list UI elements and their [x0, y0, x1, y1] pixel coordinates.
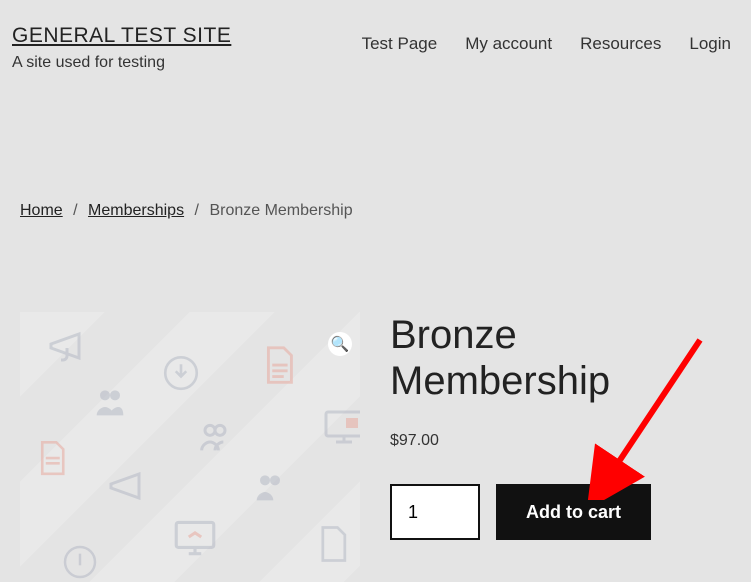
users-icon [90, 382, 130, 422]
nav-item-resources[interactable]: Resources [580, 34, 661, 54]
presentation-icon [320, 402, 360, 450]
product-image-decoration [20, 312, 360, 582]
add-to-cart-button[interactable]: Add to cart [496, 484, 651, 540]
breadcrumb-separator: / [195, 202, 199, 219]
main-nav: Test Page My account Resources Login [362, 24, 731, 54]
site-tagline: A site used for testing [12, 54, 231, 72]
product-area: 🔍 Bronze Membership $97.00 Add to cart [0, 312, 751, 582]
breadcrumb: Home / Memberships / Bronze Membership [0, 202, 751, 220]
quantity-input[interactable] [390, 484, 480, 540]
add-to-cart-form: Add to cart [390, 484, 731, 540]
site-title-link[interactable]: GENERAL TEST SITE [12, 24, 231, 48]
download-icon [160, 352, 202, 394]
product-price: $97.00 [390, 432, 731, 450]
breadcrumb-separator: / [73, 202, 77, 219]
product-details: Bronze Membership $97.00 Add to cart [390, 312, 731, 582]
zoom-icon[interactable]: 🔍 [328, 332, 352, 356]
breadcrumb-home[interactable]: Home [20, 202, 63, 219]
document-icon [30, 437, 72, 479]
nav-item-my-account[interactable]: My account [465, 34, 552, 54]
document-icon [255, 342, 301, 388]
product-title: Bronze Membership [390, 312, 731, 404]
users-icon [195, 417, 235, 457]
megaphone-icon [45, 322, 93, 370]
nav-item-login[interactable]: Login [689, 34, 731, 54]
monitor-icon [170, 512, 220, 562]
download-icon [60, 542, 100, 582]
breadcrumb-current: Bronze Membership [209, 202, 352, 219]
users-icon [250, 467, 290, 507]
site-header: GENERAL TEST SITE A site used for testin… [0, 0, 751, 82]
megaphone-icon [105, 462, 153, 510]
product-image[interactable]: 🔍 [20, 312, 360, 582]
document-icon [310, 522, 354, 566]
breadcrumb-category[interactable]: Memberships [88, 202, 184, 219]
nav-item-test-page[interactable]: Test Page [362, 34, 438, 54]
site-branding: GENERAL TEST SITE A site used for testin… [12, 24, 231, 72]
